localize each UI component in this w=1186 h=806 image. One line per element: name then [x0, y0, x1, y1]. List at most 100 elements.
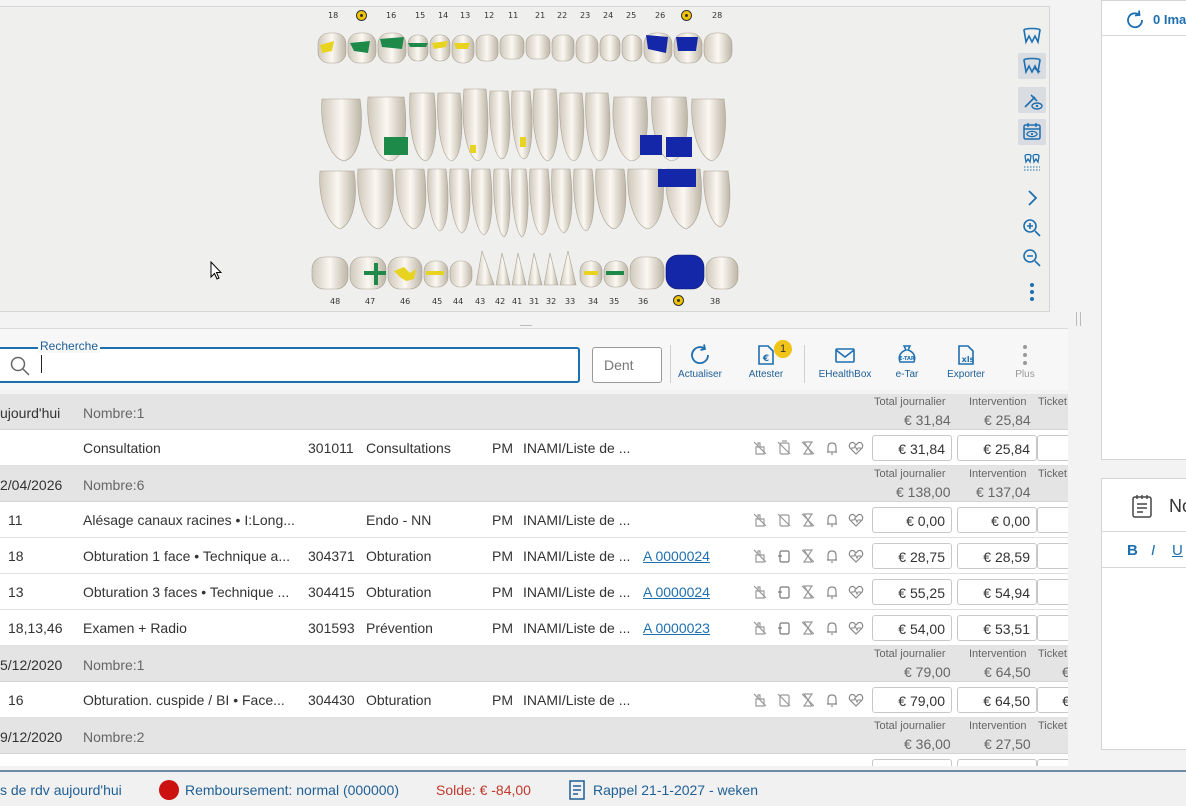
bell-icon[interactable] — [824, 548, 840, 564]
images-count[interactable]: 0 Ima — [1153, 12, 1186, 27]
table-row[interactable]: 13 Obturation 3 faces • Technique ... 30… — [0, 574, 1068, 610]
export-button[interactable]: xls Exporter — [944, 343, 988, 387]
zoom-out-icon[interactable] — [1018, 245, 1046, 271]
reimbursement-status[interactable]: Remboursement: normal (000000) — [185, 782, 399, 798]
day-group-header[interactable]: ujourd'hui Nombre:1 Total journalier € 3… — [0, 394, 1068, 430]
ticket-field[interactable] — [1037, 543, 1068, 569]
intervention-field[interactable]: € 0,00 — [957, 507, 1037, 533]
ticket-field[interactable] — [1037, 579, 1068, 605]
italic-button[interactable]: I — [1151, 542, 1155, 559]
no-touch-icon[interactable] — [752, 584, 768, 600]
ehealthbox-button[interactable]: EHealthBox — [816, 343, 874, 387]
day-group-header[interactable]: 2/04/2026 Nombre:6 Total journalier € 13… — [0, 466, 1068, 502]
daily-total-field[interactable]: € 54,00 — [872, 615, 952, 641]
heart-pulse-icon[interactable] — [848, 584, 864, 600]
reminder-status[interactable]: Rappel 21-1-2027 - weken — [593, 782, 758, 798]
attestation-link[interactable]: A 0000023 — [643, 620, 710, 636]
intervention-field[interactable]: € 25,84 — [957, 435, 1037, 461]
heart-pulse-icon[interactable] — [848, 620, 864, 636]
search-input[interactable] — [40, 356, 560, 376]
daily-total-field[interactable]: € 0,00 — [872, 507, 952, 533]
hourglass-icon[interactable] — [800, 584, 816, 600]
table-row[interactable]: 16 Obturation. cuspide / BI • Face... 30… — [0, 682, 1068, 718]
no-touch-icon[interactable] — [752, 440, 768, 456]
no-touch-icon[interactable] — [752, 620, 768, 636]
bell-icon[interactable] — [824, 584, 840, 600]
daily-total-field[interactable]: € 28,75 — [872, 543, 952, 569]
underline-button[interactable]: U — [1172, 542, 1183, 559]
ticket-field[interactable] — [1037, 507, 1068, 533]
balance-status[interactable]: Solde: € -84,00 — [436, 782, 531, 798]
lower-jaw-icon[interactable] — [1018, 53, 1046, 79]
zoom-in-icon[interactable] — [1018, 215, 1046, 241]
daily-total-field[interactable] — [872, 759, 952, 766]
hourglass-icon[interactable] — [800, 440, 816, 456]
upper-jaw-icon[interactable] — [1018, 23, 1046, 49]
intervention-field[interactable] — [957, 759, 1037, 766]
daily-total-field[interactable]: € 55,25 — [872, 579, 952, 605]
chevron-right-icon[interactable] — [1018, 185, 1046, 211]
heart-pulse-icon[interactable] — [848, 548, 864, 564]
attest-button[interactable]: € Attester 1 — [746, 340, 792, 387]
tooth-number: 16 — [386, 11, 397, 20]
implant-eye-icon[interactable] — [1018, 87, 1046, 113]
table-row[interactable] — [0, 754, 1068, 766]
heart-pulse-icon[interactable] — [848, 512, 864, 528]
table-row[interactable]: 18 Obturation 1 face • Technique a... 30… — [0, 538, 1068, 574]
list-cell: INAMI/Liste de ... — [523, 512, 631, 528]
ticket-field[interactable] — [1037, 435, 1068, 461]
ticket-field[interactable]: € — [1037, 687, 1068, 713]
intervention-field[interactable]: € 53,51 — [957, 615, 1037, 641]
heart-pulse-icon[interactable] — [848, 440, 864, 456]
more-button[interactable]: Plus — [1010, 343, 1040, 387]
dental-chart[interactable] — [310, 27, 740, 299]
day-group-header[interactable]: 9/12/2020 Nombre:2 Total journalier € 36… — [0, 718, 1068, 754]
day-group-header[interactable]: 5/12/2020 Nombre:1 Total journalier € 79… — [0, 646, 1068, 682]
teeth-grid-icon[interactable] — [1018, 149, 1046, 175]
hourglass-icon[interactable] — [800, 548, 816, 564]
search-icon — [10, 356, 30, 376]
phone-mobile-icon[interactable] — [776, 692, 792, 708]
daily-total-field[interactable]: € 31,84 — [872, 435, 952, 461]
intervention-field[interactable]: € 64,50 — [957, 687, 1037, 713]
phone-mobile-icon[interactable] — [776, 512, 792, 528]
ticket-field[interactable] — [1037, 759, 1068, 766]
intervention-field[interactable]: € 54,94 — [957, 579, 1037, 605]
hourglass-icon[interactable] — [800, 620, 816, 636]
daily-total-field[interactable]: € 79,00 — [872, 687, 952, 713]
table-row[interactable]: 11 Alésage canaux racines • I:Long... En… — [0, 502, 1068, 538]
attestation-link[interactable]: A 0000024 — [643, 548, 710, 564]
bell-icon[interactable] — [824, 512, 840, 528]
refresh-button[interactable]: Actualiser — [676, 343, 724, 387]
phone-mobile-icon[interactable] — [776, 620, 792, 636]
more-vertical-icon[interactable] — [1018, 279, 1046, 305]
no-touch-icon[interactable] — [752, 548, 768, 564]
etar-button[interactable]: E-TAR e-Tar — [890, 343, 924, 387]
tooth-filter-input[interactable]: Dent — [592, 347, 662, 383]
tooth-number: 18 — [328, 11, 339, 20]
phone-mobile-icon[interactable] — [776, 584, 792, 600]
hourglass-icon[interactable] — [800, 692, 816, 708]
ticket-field[interactable] — [1037, 615, 1068, 641]
appointments-today-status[interactable]: s de rdv aujourd'hui — [0, 782, 122, 798]
attestation-link[interactable]: A 0000024 — [643, 584, 710, 600]
phone-mobile-icon[interactable] — [776, 440, 792, 456]
hourglass-icon[interactable] — [800, 512, 816, 528]
svg-text:xls: xls — [962, 355, 975, 364]
table-row[interactable]: Consultation 301011 Consultations PM INA… — [0, 430, 1068, 466]
splitter-handle[interactable] — [1076, 312, 1081, 326]
calendar-eye-icon[interactable] — [1018, 119, 1046, 145]
bell-icon[interactable] — [824, 440, 840, 456]
heart-pulse-icon[interactable] — [848, 692, 864, 708]
bold-button[interactable]: B — [1127, 542, 1138, 559]
table-row[interactable]: 18,13,46 Examen + Radio 301593 Préventio… — [0, 610, 1068, 646]
intervention-field[interactable]: € 28,59 — [957, 543, 1037, 569]
bell-icon[interactable] — [824, 620, 840, 636]
no-touch-icon[interactable] — [752, 512, 768, 528]
mouse-cursor-icon — [210, 261, 222, 280]
phone-mobile-icon[interactable] — [776, 548, 792, 564]
provider-cell: PM — [492, 548, 513, 564]
bell-icon[interactable] — [824, 692, 840, 708]
refresh-icon[interactable] — [1124, 9, 1146, 31]
no-touch-icon[interactable] — [752, 692, 768, 708]
